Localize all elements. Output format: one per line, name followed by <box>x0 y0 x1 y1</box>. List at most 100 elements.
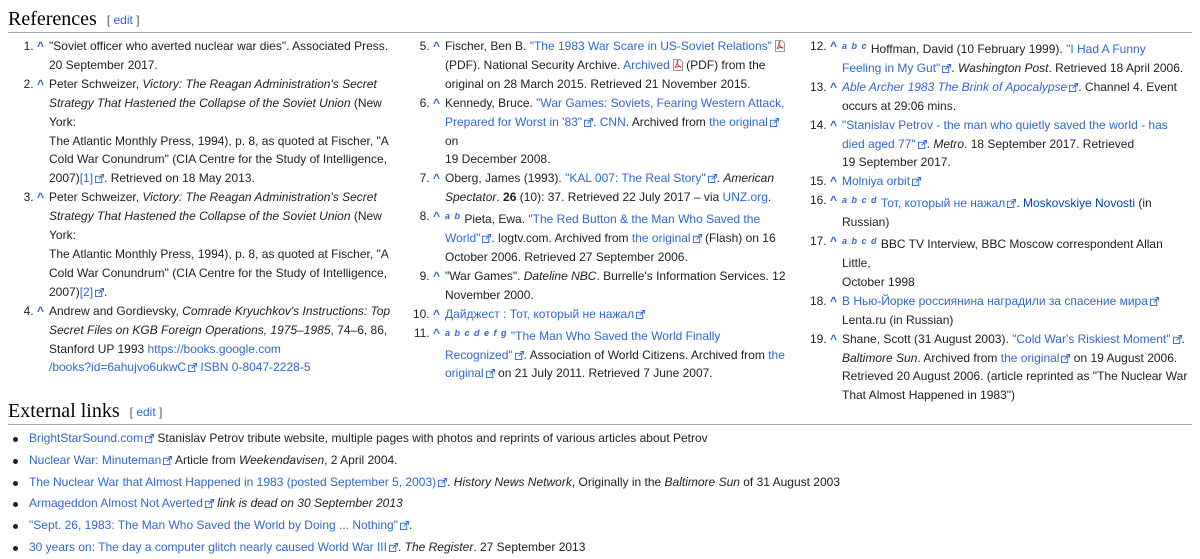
reference-text: . Archived from <box>917 350 1001 365</box>
reference-link[interactable]: "The Man Who Saved the World Finally <box>511 329 720 343</box>
reference-link[interactable]: World" <box>445 231 480 245</box>
reference-number: 19. ^ <box>809 331 837 346</box>
reference-number: 14. ^ <box>809 117 837 132</box>
reference-link[interactable]: died aged 77" <box>842 137 916 151</box>
backlink-letters[interactable]: a b c d <box>842 195 878 205</box>
backlink-caret[interactable]: ^ <box>37 77 44 91</box>
external-link[interactable]: Armageddon Almost Not Averted <box>29 496 203 510</box>
reference-item: 19. ^ Shane, Scott (31 August 2003). "Co… <box>805 330 1193 406</box>
pdf-icon <box>673 59 683 71</box>
reference-link[interactable]: Prepared for Worst in '83" <box>445 115 582 129</box>
reference-link[interactable]: Тот, который не нажал <box>881 196 1005 210</box>
reference-number: 6. ^ <box>419 95 440 110</box>
reference-text: . logtv.com. Archived from <box>491 231 632 246</box>
archived-link[interactable]: Archived <box>623 58 670 72</box>
external-link[interactable]: Nuclear War: Minuteman <box>29 453 161 467</box>
external-link-icon <box>163 456 172 465</box>
reference-item: 2. ^ Peter Schweizer, Victory: The Reaga… <box>12 75 402 188</box>
backlink-caret[interactable]: ^ <box>433 307 440 321</box>
reference-link[interactable]: Molniya orbit <box>842 174 910 188</box>
publisher-link[interactable]: Moskovskiye Novosti <box>1023 196 1135 210</box>
reference-link[interactable]: "The 1983 War Scare in US-Soviet Relatio… <box>530 39 772 53</box>
reference-link[interactable]: "Cold War's Riskiest Moment" <box>1012 332 1170 346</box>
backlink-caret[interactable]: ^ <box>830 332 837 346</box>
list-item: 30 years on: The day a computer glitch n… <box>8 537 840 559</box>
list-item-text: . <box>408 518 413 533</box>
publisher-link[interactable]: UNZ.org <box>723 190 768 204</box>
reference-link[interactable]: Recognized" <box>445 348 513 362</box>
backlink-caret[interactable]: ^ <box>433 39 440 53</box>
backlink-caret[interactable]: ^ <box>830 118 837 132</box>
reference-item: 16. ^ a b c d Тот, который не нажал. Mos… <box>805 191 1193 232</box>
google-books-link[interactable]: https://books.google.com <box>148 342 281 356</box>
list-item-text: , 2 April 2004. <box>324 452 398 467</box>
google-books-link[interactable]: /books?id=6ahujvo6ukwC <box>49 360 186 374</box>
backlink-caret[interactable]: ^ <box>433 96 440 110</box>
reference-text: Peter Schweizer, <box>49 76 143 91</box>
reference-number: 11. ^ <box>413 325 440 340</box>
external-link[interactable]: The Nuclear War that Almost Happened in … <box>29 475 436 489</box>
original-link[interactable]: the original <box>1001 351 1060 365</box>
backlink-letters[interactable]: a b <box>445 211 461 221</box>
original-link[interactable]: the <box>768 348 785 362</box>
external-link[interactable]: 30 years on: The day a computer glitch n… <box>29 540 387 554</box>
backlink-letters[interactable]: a b c d <box>842 236 878 246</box>
reference-link[interactable]: Able Archer 1983 The Brink of Apocalypse <box>842 80 1067 94</box>
backlink-caret[interactable]: ^ <box>37 304 44 318</box>
reference-link[interactable]: "Stanislav Petrov - the man who quietly … <box>842 118 1168 132</box>
reference-link[interactable]: "War Games: Soviets, Fearing Western Att… <box>536 96 784 110</box>
backlink-caret[interactable]: ^ <box>433 171 440 185</box>
backlink-caret[interactable]: ^ <box>37 39 44 53</box>
backlink-caret[interactable]: ^ <box>830 294 837 308</box>
reference-item: 1. ^ "Soviet officer who averted nuclear… <box>12 37 402 75</box>
backlink-caret[interactable]: ^ <box>830 234 837 248</box>
backlink-caret[interactable]: ^ <box>830 39 837 53</box>
backlink-letters[interactable]: a b c d e f g <box>445 328 508 338</box>
reference-text: . <box>1016 196 1023 211</box>
list-item: BrightStarSound.com Stanislav Petrov tri… <box>8 428 840 450</box>
original-link[interactable]: original <box>445 366 484 380</box>
reference-text: on 19 August 2006. <box>1070 350 1178 365</box>
original-link[interactable]: the original <box>709 115 768 129</box>
reference-link[interactable]: В Нью-Йорке россиянина наградили за спас… <box>842 294 1148 308</box>
reference-link[interactable]: "The Red Button & the Man Who Saved the <box>528 212 760 226</box>
backlink-caret[interactable]: ^ <box>433 326 440 340</box>
backlink-caret[interactable]: ^ <box>830 80 837 94</box>
isbn-link[interactable]: ISBN 0-8047-2228-5 <box>197 360 310 374</box>
reference-number: 13. ^ <box>809 79 837 94</box>
reference-link[interactable]: Feeling in My Gut" <box>842 61 940 75</box>
dead-link-note: link is dead on 30 September 2013 <box>213 496 403 511</box>
reference-text: on <box>445 133 459 148</box>
reference-number: 4. ^ <box>23 303 44 318</box>
external-links-edit-link[interactable]: edit <box>136 405 155 419</box>
reference-item: 13. ^ Able Archer 1983 The Brink of Apoc… <box>805 78 1193 116</box>
backlink-caret[interactable]: ^ <box>433 269 440 283</box>
backlink-letters[interactable]: a b c <box>842 41 868 51</box>
reference-text: Peter Schweizer, <box>49 190 143 205</box>
external-link[interactable]: BrightStarSound.com <box>29 431 143 445</box>
reference-text: (PDF). National Security Archive. <box>445 57 624 72</box>
reference-number: 12. ^ <box>809 39 837 53</box>
backlink-caret[interactable]: ^ <box>433 209 440 223</box>
reference-link[interactable]: [1] <box>80 171 93 185</box>
reference-item: 5. ^ Fischer, Ben B. "The 1983 War Scare… <box>408 37 793 94</box>
original-link[interactable]: the original <box>632 231 691 245</box>
backlink-caret[interactable]: ^ <box>830 193 837 207</box>
reference-link[interactable]: "KAL 007: The Real Story" <box>565 171 706 185</box>
backlink-caret[interactable]: ^ <box>830 174 837 188</box>
reference-link[interactable]: "I Had A Funny <box>1066 42 1146 56</box>
reference-item: 4. ^ Andrew and Gordievsky, Comrade Kryu… <box>12 302 402 378</box>
external-link-icon <box>205 499 214 508</box>
references-edit-section: [ edit ] <box>106 13 140 27</box>
reference-text: Oberg, James (1993). <box>445 171 566 186</box>
list-item-text: , Originally in the <box>571 474 665 489</box>
reference-text: October 2006. Retrieved 27 September 200… <box>445 249 688 264</box>
publisher-link[interactable]: CNN <box>600 115 626 129</box>
reference-text: BBC TV Interview, BBC Moscow corresponde… <box>842 237 1163 270</box>
external-link-icon <box>942 64 951 73</box>
external-link[interactable]: "Sept. 26, 1983: The Man Who Saved the W… <box>29 518 398 532</box>
reference-link[interactable]: [2] <box>80 285 93 299</box>
reference-link[interactable]: Дайджест : Тот, который не нажал <box>445 307 634 321</box>
backlink-caret[interactable]: ^ <box>37 190 44 204</box>
references-edit-link[interactable]: edit <box>114 13 133 27</box>
